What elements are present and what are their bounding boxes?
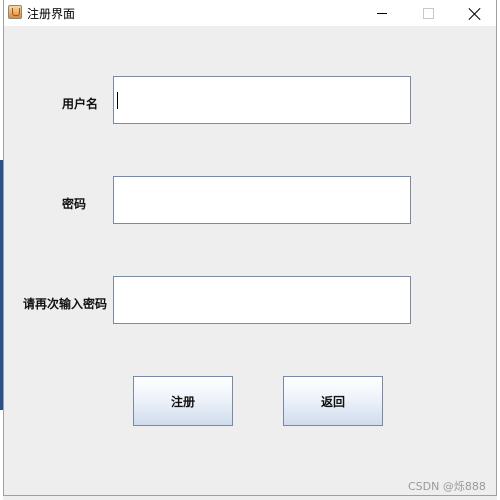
close-icon (468, 7, 481, 20)
java-app-icon (8, 5, 22, 19)
confirm-password-field[interactable] (113, 276, 411, 324)
register-window: 注册界面 用户名 密码 请再次输入密码 注册 返回 (3, 0, 497, 496)
maximize-button[interactable] (405, 0, 451, 26)
confirm-password-label: 请再次输入密码 (23, 297, 108, 311)
username-field[interactable] (113, 76, 411, 124)
minimize-button[interactable] (359, 0, 405, 26)
register-button[interactable]: 注册 (133, 376, 233, 426)
username-label: 用户名 (62, 97, 99, 111)
title-bar[interactable]: 注册界面 (4, 0, 496, 26)
watermark: CSDN @烁888 (408, 480, 486, 493)
password-field[interactable] (113, 176, 411, 224)
minimize-icon (377, 12, 387, 14)
back-button[interactable]: 返回 (283, 376, 383, 426)
password-label: 密码 (62, 197, 87, 211)
text-caret (117, 92, 118, 109)
window-title: 注册界面 (27, 7, 76, 21)
close-button[interactable] (451, 0, 497, 26)
desktop: 注册界面 用户名 密码 请再次输入密码 注册 返回 CSDN @烁888 (0, 0, 500, 500)
maximize-icon (422, 7, 434, 19)
